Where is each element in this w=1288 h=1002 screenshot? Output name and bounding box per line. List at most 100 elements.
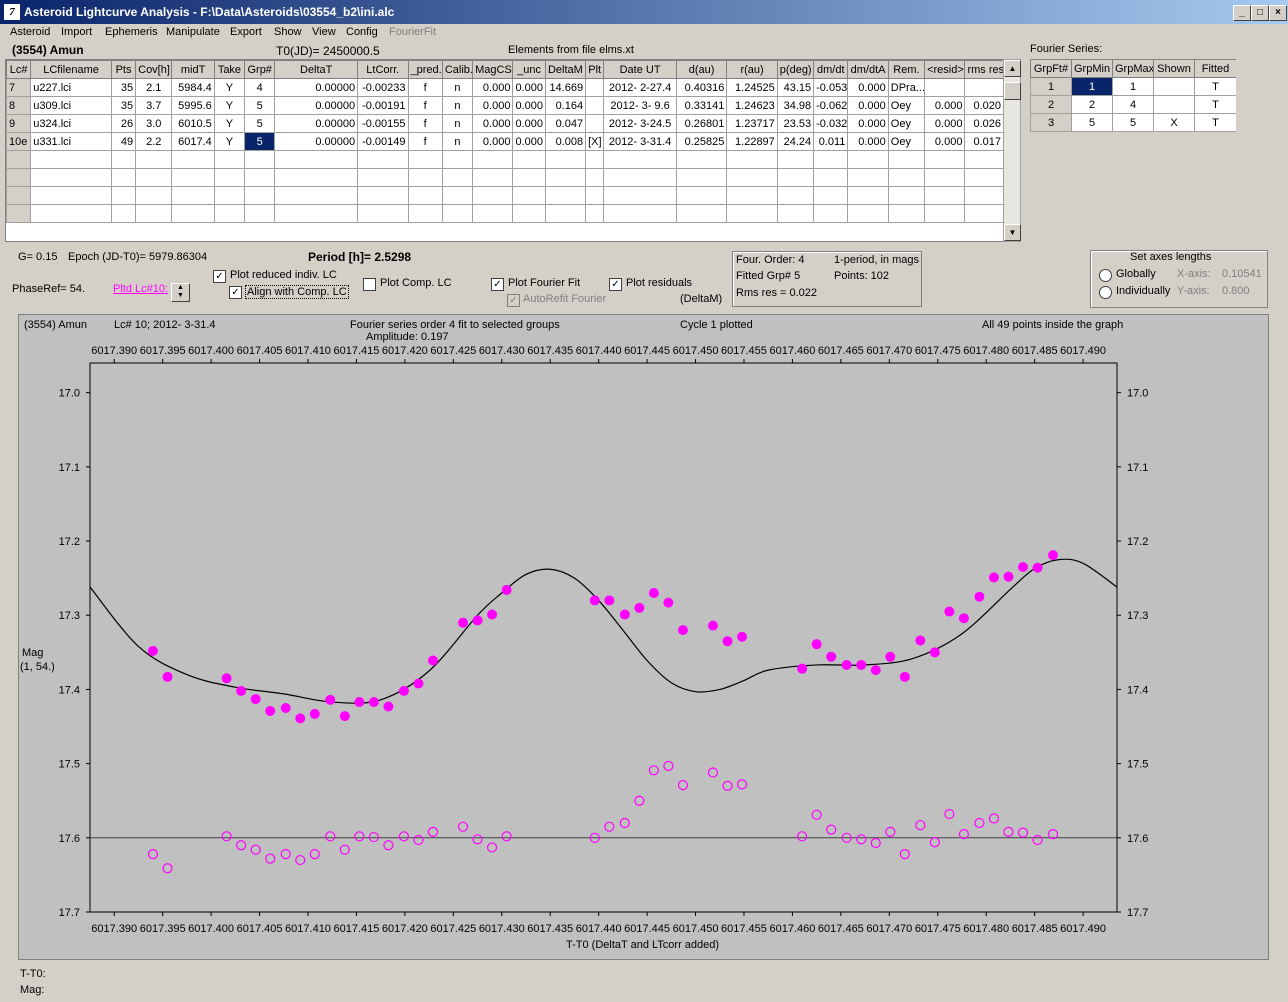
x-tick-label-top: 6017.480	[963, 345, 1009, 357]
observed-point	[885, 651, 896, 662]
x-tick-label: 6017.445	[624, 923, 670, 935]
y-tick-label-right: 17.0	[1127, 388, 1148, 400]
x-tick-label: 6017.475	[915, 923, 961, 935]
x-tick-label: 6017.425	[430, 923, 476, 935]
observed-point	[958, 613, 969, 624]
observed-point	[427, 655, 438, 666]
x-tick-label: 6017.390	[91, 923, 137, 935]
x-tick-label: 6017.420	[382, 923, 428, 935]
x-tick-label: 6017.455	[721, 923, 767, 935]
y-tick-label: 17.5	[59, 759, 80, 771]
x-tick-label-top: 6017.425	[430, 345, 476, 357]
observed-point	[634, 602, 645, 613]
x-tick-label-top: 6017.440	[576, 345, 622, 357]
x-tick-label: 6017.485	[1012, 923, 1058, 935]
observed-point	[280, 702, 291, 713]
observed-point	[944, 606, 955, 617]
x-tick-label: 6017.440	[576, 923, 622, 935]
x-tick-label: 6017.480	[963, 923, 1009, 935]
y-tick-label: 17.1	[59, 462, 80, 474]
y-tick-label: 17.7	[59, 907, 80, 919]
observed-point	[383, 701, 394, 712]
x-tick-label: 6017.400	[188, 923, 234, 935]
observed-point	[309, 708, 320, 719]
x-tick-label-top: 6017.460	[769, 345, 815, 357]
x-tick-label-top: 6017.415	[333, 345, 379, 357]
x-tick-label-top: 6017.455	[721, 345, 767, 357]
observed-point	[368, 697, 379, 708]
observed-point	[265, 705, 276, 716]
x-tick-label-top: 6017.410	[285, 345, 331, 357]
x-tick-label-top: 6017.420	[382, 345, 428, 357]
status-mag: Mag:	[20, 984, 45, 996]
observed-point	[856, 659, 867, 670]
observed-point	[899, 671, 910, 682]
x-tick-label: 6017.415	[333, 923, 379, 935]
x-tick-label-top: 6017.465	[818, 345, 864, 357]
x-tick-label: 6017.435	[527, 923, 573, 935]
y-tick-label-right: 17.7	[1127, 907, 1148, 919]
observed-point	[147, 645, 158, 656]
observed-point	[604, 595, 615, 606]
y-tick-label-right: 17.3	[1127, 610, 1148, 622]
y-tick-label-right: 17.2	[1127, 536, 1148, 548]
y-tick-label: 17.3	[59, 610, 80, 622]
observed-point	[589, 595, 600, 606]
x-tick-label-top: 6017.395	[140, 345, 186, 357]
x-tick-label-top: 6017.450	[673, 345, 719, 357]
y-tick-label: 17.0	[59, 388, 80, 400]
observed-point	[236, 685, 247, 696]
observed-point	[501, 585, 512, 596]
observed-point	[988, 572, 999, 583]
observed-point	[1048, 550, 1059, 561]
x-tick-label: 6017.405	[237, 923, 283, 935]
observed-point	[1018, 562, 1029, 573]
observed-point	[1003, 571, 1014, 582]
x-tick-label-top: 6017.475	[915, 345, 961, 357]
y-tick-label: 17.4	[59, 684, 80, 696]
x-tick-label: 6017.465	[818, 923, 864, 935]
observed-point	[841, 659, 852, 670]
observed-point	[722, 636, 733, 647]
x-tick-label: 6017.450	[673, 923, 719, 935]
observed-point	[339, 711, 350, 722]
y-tick-label: 17.6	[59, 833, 80, 845]
observed-point	[797, 663, 808, 674]
observed-point	[250, 694, 261, 705]
y-tick-label-right: 17.6	[1127, 833, 1148, 845]
observed-point	[974, 591, 985, 602]
x-tick-label-top: 6017.430	[479, 345, 525, 357]
observed-point	[458, 617, 469, 628]
observed-point	[472, 615, 483, 626]
observed-point	[354, 697, 365, 708]
observed-point	[663, 597, 674, 608]
observed-point	[221, 673, 232, 684]
observed-point	[707, 620, 718, 631]
observed-point	[1032, 562, 1043, 573]
observed-point	[325, 694, 336, 705]
x-tick-label: 6017.490	[1060, 923, 1106, 935]
observed-point	[398, 685, 409, 696]
observed-point	[295, 713, 306, 724]
x-tick-label-top: 6017.485	[1012, 345, 1058, 357]
observed-point	[737, 631, 748, 642]
x-tick-label-top: 6017.470	[866, 345, 912, 357]
x-tick-label: 6017.460	[769, 923, 815, 935]
observed-point	[915, 635, 926, 646]
x-tick-label: 6017.410	[285, 923, 331, 935]
observed-point	[162, 671, 173, 682]
status-tt0: T-T0:	[20, 968, 46, 980]
y-tick-label-right: 17.4	[1127, 684, 1148, 696]
y-tick-label-right: 17.1	[1127, 462, 1148, 474]
x-tick-label: 6017.395	[140, 923, 186, 935]
x-tick-label: 6017.470	[866, 923, 912, 935]
observed-point	[619, 609, 630, 620]
y-tick-label: 17.2	[59, 536, 80, 548]
x-tick-label-top: 6017.400	[188, 345, 234, 357]
observed-point	[870, 665, 881, 676]
x-tick-label-top: 6017.435	[527, 345, 573, 357]
observed-point	[677, 625, 688, 636]
x-tick-label: 6017.430	[479, 923, 525, 935]
lightcurve-chart: 6017.3906017.3906017.3956017.3956017.400…	[59, 345, 1149, 935]
x-tick-label-top: 6017.405	[237, 345, 283, 357]
